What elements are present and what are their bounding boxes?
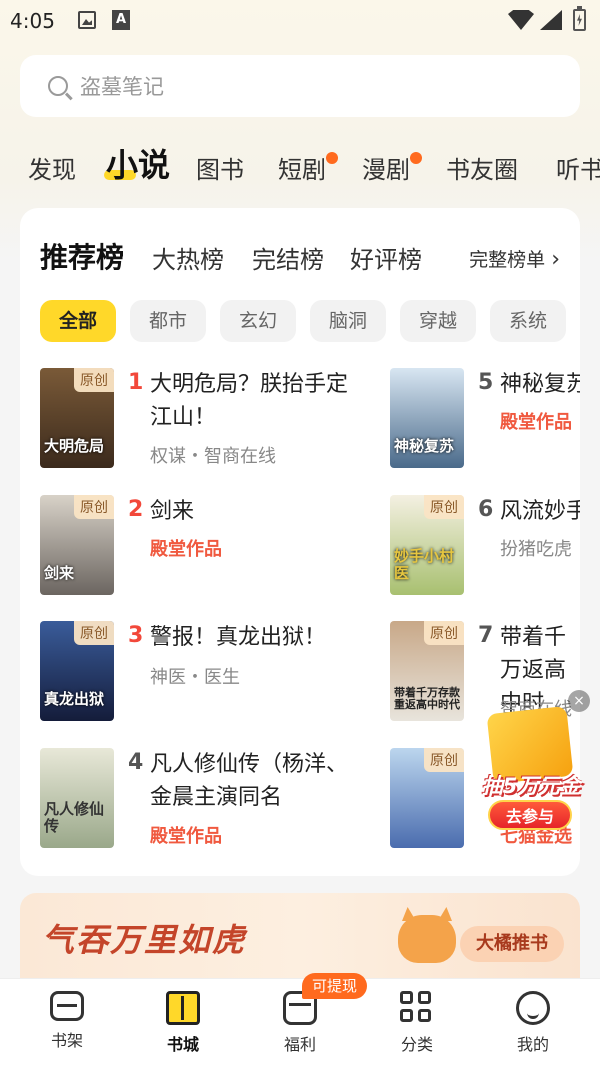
chip-time-travel[interactable]: 穿越 — [400, 300, 476, 342]
ranking-tabs: 推荐榜 大热榜 完结榜 好评榜 完整榜单 — [40, 236, 580, 276]
rank-number: 5 — [478, 370, 494, 395]
tab-comic-drama[interactable]: 漫剧 — [362, 150, 422, 185]
chip-all[interactable]: 全部 — [40, 300, 116, 342]
bookstore-icon — [166, 991, 200, 1025]
new-dot — [410, 152, 422, 164]
status-time: 4:05 — [10, 9, 55, 33]
nav-label: 我的 — [516, 1035, 549, 1054]
cat-mascot-icon — [398, 915, 456, 963]
original-tag: 原创 — [424, 621, 464, 645]
book-meta: 神医・医生 — [150, 667, 240, 688]
rank-number: 6 — [478, 497, 494, 522]
bookshelf-icon — [50, 991, 84, 1021]
promo-banner[interactable]: 气吞万里如虎 大橘推书 — [20, 893, 580, 981]
chip-system[interactable]: 系统 — [490, 300, 566, 342]
nav-welfare[interactable]: 福利 — [260, 991, 340, 1055]
book-cover: 剑来 原创 — [40, 495, 114, 595]
book-cover: 妙手小村医 原创 — [390, 495, 464, 595]
book-meta: 扮猪吃虎 — [500, 539, 572, 560]
nav-label: 分类 — [400, 1035, 433, 1054]
original-tag: 原创 — [424, 495, 464, 519]
nav-bookstore[interactable]: 书城 — [143, 991, 223, 1055]
profile-icon — [516, 991, 550, 1025]
nav-label: 书架 — [50, 1031, 83, 1050]
book-meta: 殿堂作品 — [500, 412, 572, 433]
top-tabs: 发现 小说 图书 短剧 漫剧 书友圈 听书 — [0, 140, 600, 190]
book-item[interactable]: 剑来 原创 2 剑来 殿堂作品 — [40, 495, 340, 595]
withdraw-badge: 可提现 — [302, 973, 368, 999]
nav-category[interactable]: 分类 — [377, 991, 457, 1055]
genre-chips: 全部 都市 玄幻 脑洞 穿越 系统 — [40, 300, 580, 342]
rank-number: 3 — [128, 623, 144, 648]
close-icon[interactable]: × — [568, 690, 590, 712]
banner-slogan: 气吞万里如虎 — [42, 921, 247, 959]
book-title: 风流妙手 — [500, 499, 580, 524]
book-cover: 真龙出狱 原创 — [40, 621, 114, 721]
nav-profile[interactable]: 我的 — [493, 991, 573, 1055]
signal-icon — [540, 10, 562, 30]
chip-fantasy[interactable]: 玄幻 — [220, 300, 296, 342]
book-item[interactable]: 大明危局 原创 1 大明危局？朕抬手定江山！ 权谋・智商在线 — [40, 368, 348, 468]
book-title: 警报！真龙出狱！ — [150, 625, 327, 650]
search-placeholder: 盗墓笔记 — [80, 75, 164, 99]
search-bar[interactable]: 盗墓笔记 — [20, 55, 580, 117]
tab-finished-rank[interactable]: 完结榜 — [252, 240, 324, 275]
book-title: 剑来 — [150, 499, 195, 524]
nav-label: 福利 — [283, 1035, 316, 1054]
tab-novel[interactable]: 小说 — [103, 140, 170, 186]
banner-pill[interactable]: 大橘推书 — [460, 926, 564, 962]
tab-books[interactable]: 图书 — [196, 150, 244, 185]
book-meta: 殿堂作品 — [150, 539, 222, 560]
book-item[interactable]: 神秘复苏 5 神秘复苏 殿堂作品 — [390, 368, 580, 468]
book-item[interactable]: 妙手小村医 原创 6 风流妙手 扮猪吃虎 — [390, 495, 580, 595]
gold-bar-promo[interactable]: 抽5万元金条 去参与 × — [470, 690, 590, 840]
promo-join-button[interactable]: 去参与 — [488, 800, 572, 830]
nav-label: 书城 — [166, 1035, 199, 1054]
rank-number: 4 — [128, 750, 144, 775]
book-cover: 大明危局 原创 — [40, 368, 114, 468]
book-cover: 神秘复苏 — [390, 368, 464, 468]
tab-audiobook[interactable]: 听书 — [556, 150, 600, 185]
original-tag: 原创 — [74, 621, 114, 645]
category-grid-icon — [400, 991, 434, 1025]
search-icon — [48, 76, 68, 96]
book-item[interactable]: 真龙出狱 原创 3 警报！真龙出狱！ 神医・医生 — [40, 621, 340, 721]
original-tag: 原创 — [74, 495, 114, 519]
tab-short-drama[interactable]: 短剧 — [278, 150, 338, 185]
rank-number: 1 — [128, 370, 144, 395]
tab-rated-rank[interactable]: 好评榜 — [350, 240, 422, 275]
font-notification-icon: A — [112, 10, 130, 30]
tab-discover[interactable]: 发现 — [28, 150, 76, 185]
nav-bookshelf[interactable]: 书架 — [27, 991, 107, 1051]
battery-icon — [573, 6, 586, 31]
new-dot — [326, 152, 338, 164]
wifi-icon — [508, 10, 534, 30]
full-ranking-link[interactable]: 完整榜单 — [469, 245, 560, 272]
book-meta: 权谋・智商在线 — [150, 446, 276, 467]
tab-recommend-rank[interactable]: 推荐榜 — [40, 236, 124, 276]
book-title: 大明危局？朕抬手定江山！ — [150, 372, 349, 430]
original-tag: 原创 — [424, 748, 464, 772]
rank-number: 7 — [478, 623, 494, 648]
bottom-nav: 书架 书城 福利 分类 我的 可提现 — [0, 973, 600, 1066]
tab-reader-circle[interactable]: 书友圈 — [446, 150, 518, 185]
rank-number: 2 — [128, 497, 144, 522]
image-notification-icon — [78, 11, 96, 29]
book-meta: 殿堂作品 — [150, 826, 222, 847]
status-bar: 4:05 A — [0, 0, 600, 44]
book-cover: 原创 — [390, 748, 464, 848]
chip-urban[interactable]: 都市 — [130, 300, 206, 342]
book-title: 凡人修仙传（杨洋、金晨主演同名 — [150, 752, 349, 810]
book-title: 神秘复苏 — [500, 372, 580, 397]
chip-imaginative[interactable]: 脑洞 — [310, 300, 386, 342]
tab-hot-rank[interactable]: 大热榜 — [152, 240, 224, 275]
book-cover: 带着千万存款重返高中时代 原创 — [390, 621, 464, 721]
original-tag: 原创 — [74, 368, 114, 392]
book-cover: 凡人修仙传 — [40, 748, 114, 848]
book-item[interactable]: 凡人修仙传 4 凡人修仙传（杨洋、金晨主演同名 殿堂作品 — [40, 748, 348, 848]
